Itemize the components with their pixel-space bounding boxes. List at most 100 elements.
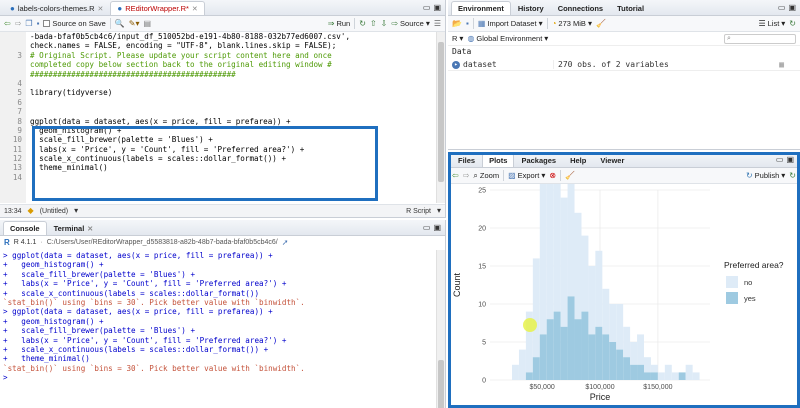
r-version: R 4.1.1 [13, 239, 37, 246]
close-tab-icon[interactable]: ✕ [192, 5, 198, 13]
code-tools-wand-icon[interactable]: ✎▾ [129, 19, 140, 28]
data-section-header: Data [448, 47, 800, 58]
tab-label: Console [10, 224, 40, 233]
source-on-save-checkbox[interactable]: Source on Save [43, 19, 106, 28]
environment-tabbar: Environment History Connections Tutorial… [448, 0, 800, 16]
console-line: + scale_fill_brewer(palette = 'Blues') + [3, 269, 196, 279]
window-minimize-icon[interactable]: ▭ [778, 3, 786, 12]
highlight-box-plot [448, 152, 800, 408]
chevron-down-icon: ▾ [425, 18, 430, 28]
tab-history[interactable]: History [511, 1, 551, 15]
go-to-directory-icon[interactable]: ➚ [282, 238, 289, 247]
source-button[interactable]: ⇨ Source ▾ [391, 19, 429, 28]
console-line: + scale_fill_brewer(palette = 'Blues') + [3, 326, 196, 336]
window-maximize-icon[interactable]: ▣ [788, 3, 796, 12]
back-arrow-icon[interactable]: ⇦ [4, 19, 11, 28]
line-number: 13 [12, 163, 22, 173]
globe-icon: ◍ [467, 33, 475, 43]
go-to-section-up-icon[interactable]: ⇧ [370, 19, 377, 28]
global-env-label: Global Environment [476, 34, 543, 43]
code-line: check.names = FALSE, encoding = "UTF-8",… [30, 41, 337, 51]
window-minimize-icon[interactable]: ▭ [423, 223, 431, 232]
console-line: + theme_minimal() [3, 354, 90, 364]
file-type-label[interactable]: R Script [406, 208, 431, 215]
line-number [0, 32, 22, 41]
console-line: + geom_histogram() + [3, 260, 104, 270]
r-file-icon: ● [10, 3, 15, 13]
forward-arrow-icon[interactable]: ⇨ [15, 19, 22, 28]
cursor-position: 13:34 [4, 207, 22, 215]
import-dataset-button[interactable]: ▦ Import Dataset ▾ [478, 19, 543, 28]
window-minimize-icon[interactable]: ▭ [423, 3, 431, 12]
tab-label: Terminal [53, 224, 85, 233]
toolbar-separator [109, 18, 111, 29]
show-in-window-icon[interactable]: ❐ [25, 19, 32, 28]
compile-report-icon[interactable]: ▤ [143, 19, 151, 28]
console-line: > [3, 373, 8, 383]
environment-scope-bar: R ▾ ◍ Global Environment ▾ ⌕ [448, 32, 800, 46]
tab-label: Connections [557, 4, 604, 13]
source-label: Source [400, 19, 424, 28]
broom-icon[interactable]: 🧹 [596, 19, 606, 28]
code-line: # Original Script. Please update your sc… [30, 50, 332, 60]
memory-pie-icon: ◔ [551, 18, 557, 28]
expand-circle-icon[interactable]: ▸ [452, 60, 460, 69]
rerun-icon[interactable]: ↻ [359, 19, 366, 28]
separator-dot: · [40, 239, 43, 246]
import-dataset-label: Import Dataset [487, 19, 537, 28]
run-button[interactable]: ⇒ Run [328, 19, 350, 28]
code-line: ggplot(data = dataset, aes(x = price, fi… [30, 116, 291, 126]
console-info-bar: R R 4.1.1 · C:/Users/User/REditorWrapper… [0, 236, 445, 249]
tab-environment[interactable]: Environment [451, 1, 511, 15]
save-workspace-icon[interactable]: ▪ [466, 19, 469, 28]
line-number: 12 [12, 154, 22, 164]
line-number: 3 [17, 50, 22, 60]
editor-tab-labels[interactable]: ● labels-colors-themes.R ✕ [3, 1, 110, 15]
list-view-label: List [767, 19, 780, 28]
console-output[interactable]: > ggplot(data = dataset, aes(x = price, … [3, 251, 433, 382]
tab-terminal[interactable]: Terminal ✕ [47, 221, 101, 235]
save-icon[interactable]: ▪ [37, 19, 40, 28]
line-number [0, 70, 22, 79]
variable-name: dataset [463, 60, 497, 69]
language-dropdown[interactable]: R ▾ [452, 34, 463, 43]
toolbar-separator [546, 18, 548, 29]
editor-tab-wrapper[interactable]: ● REditorWrapper.R* ✕ [110, 1, 205, 15]
refresh-icon[interactable]: ↻ [789, 19, 796, 28]
load-workspace-icon[interactable]: 📂 [452, 19, 462, 28]
scrollbar-thumb[interactable] [438, 42, 444, 182]
tab-connections[interactable]: Connections [551, 1, 610, 15]
chevron-down-icon: ▾ [74, 206, 79, 215]
plots-pane: Files Plots Packages Help Viewer ▭ ▣ ⇦ ⇨… [448, 152, 800, 408]
console-tabbar: Console Terminal ✕ ▭ ▣ [0, 220, 445, 236]
window-maximize-icon[interactable]: ▣ [433, 3, 441, 12]
editor-scrollbar[interactable] [436, 32, 445, 203]
editor-statusbar: 13:34 ◆ (Untitled) ▾ R Script ▾ [0, 204, 445, 217]
scrollbar-thumb[interactable] [438, 360, 444, 408]
environment-search-input[interactable]: ⌕ [724, 33, 796, 44]
environment-scope-dropdown[interactable]: ◍ Global Environment ▾ [467, 34, 548, 43]
list-view-dropdown[interactable]: ☰ List ▾ [758, 19, 785, 28]
search-icon[interactable]: 🔍 [115, 19, 125, 28]
line-number: 9 [17, 125, 22, 135]
close-tab-icon[interactable]: ✕ [98, 5, 104, 13]
tab-tutorial[interactable]: Tutorial [610, 1, 651, 15]
console-scrollbar[interactable] [436, 250, 445, 408]
view-data-icon[interactable]: ▦ [779, 60, 784, 69]
working-directory: C:/Users/User/REditorWrapper_d5583818-a8… [46, 239, 278, 246]
memory-usage[interactable]: ◔ 273 MiB ▾ [552, 19, 592, 28]
go-to-section-down-icon[interactable]: ⇩ [381, 19, 388, 28]
environment-row-dataset[interactable]: ▸ dataset 270 obs. of 2 variables ▦ [448, 59, 800, 71]
window-maximize-icon[interactable]: ▣ [433, 223, 441, 232]
variable-value: 270 obs. of 2 variables [553, 60, 779, 69]
chevron-down-icon: ▾ [436, 206, 441, 215]
document-outline-icon[interactable]: ☰ [434, 19, 441, 28]
run-arrow-icon: ⇒ [327, 18, 335, 28]
console-line: `stat_bin()` using `bins = 30`. Pick bet… [3, 297, 305, 307]
scope-label[interactable]: (Untitled) [40, 208, 68, 215]
console-line: `stat_bin()` using `bins = 30`. Pick bet… [3, 363, 305, 373]
tab-console[interactable]: Console [3, 221, 47, 235]
import-table-icon: ▦ [477, 18, 486, 28]
close-tab-icon[interactable]: ✕ [87, 225, 93, 233]
